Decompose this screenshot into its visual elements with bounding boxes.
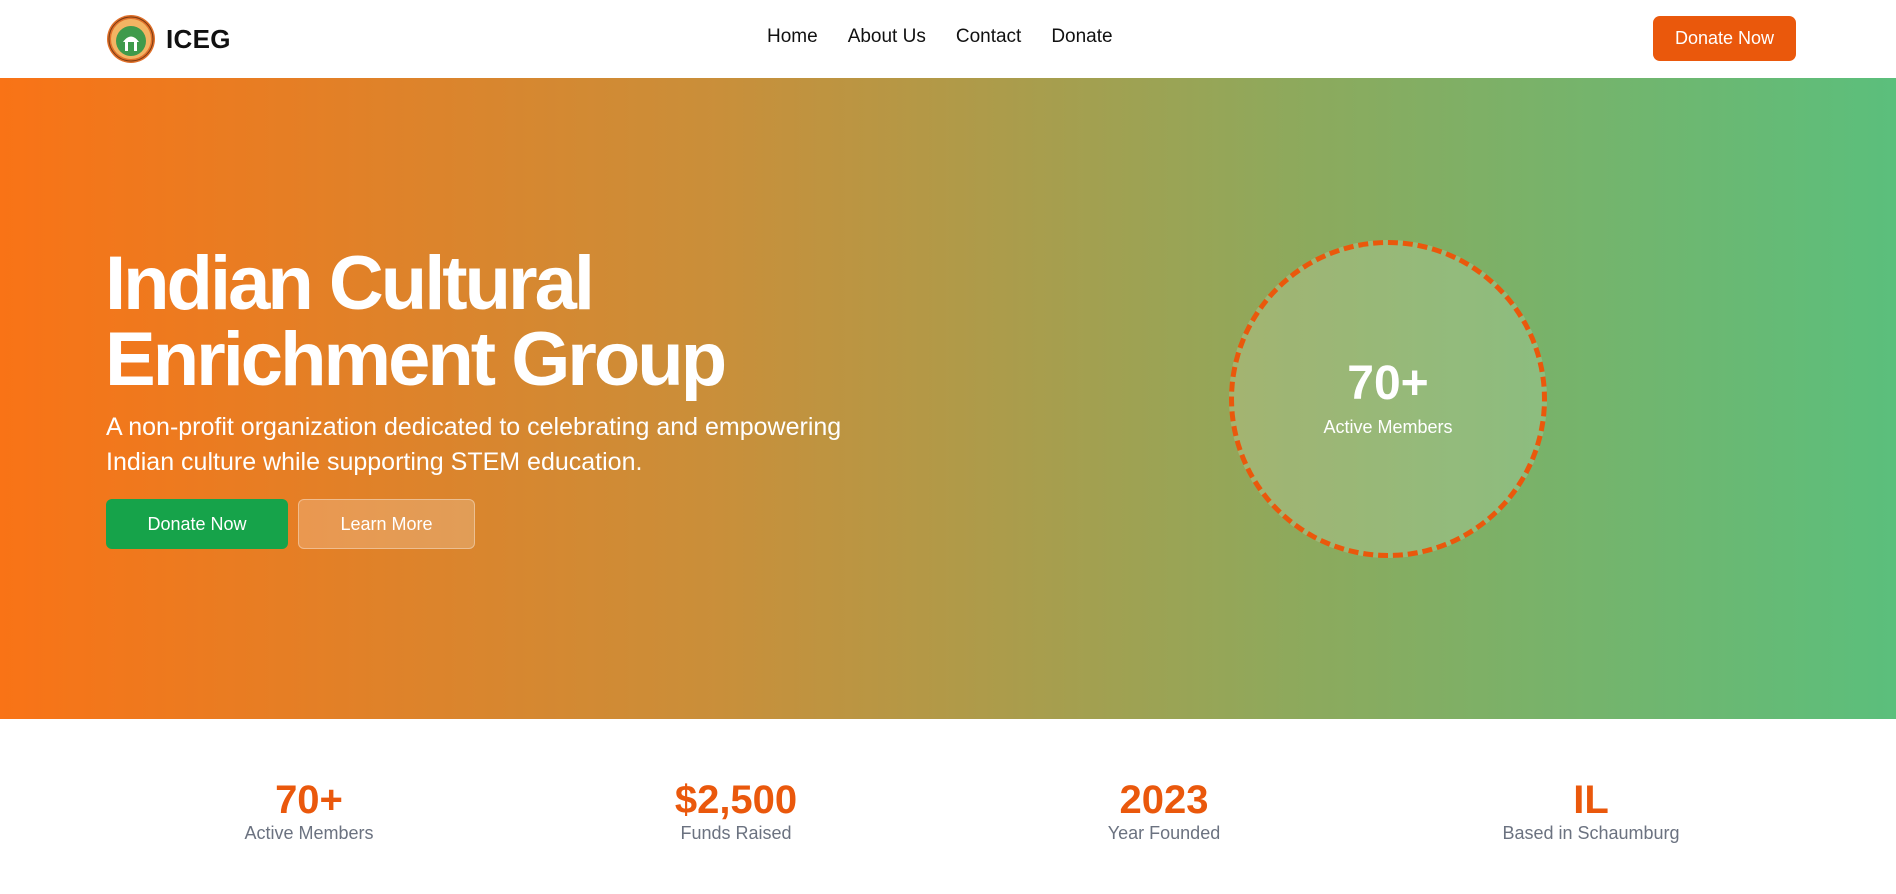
nav-contact[interactable]: Contact (956, 26, 1021, 48)
stat-label: Funds Raised (680, 823, 792, 843)
nav-donate[interactable]: Donate (1051, 26, 1112, 48)
stat-value: $2,500 (674, 778, 798, 822)
stat-location: IL Based in Schaumburg (1441, 777, 1741, 844)
learn-more-button[interactable]: Learn More (298, 499, 475, 549)
members-label: Active Members (1323, 416, 1453, 437)
stat-value: IL (1573, 778, 1609, 822)
header-donate-button[interactable]: Donate Now (1653, 16, 1796, 61)
hero-subtitle: A non-profit organization dedicated to c… (106, 413, 842, 476)
brand-name: ICEG (166, 23, 231, 54)
hero-title-line-2: Enrichment Group (105, 317, 727, 402)
site-header: ICEG Home About Us Contact Donate Donate… (0, 0, 1896, 78)
organization-logo[interactable] (106, 14, 156, 64)
stats-section: 70+ Active Members $2,500 Funds Raised 2… (0, 719, 1896, 894)
hero-title-line-1: Indian Cultural (105, 241, 595, 326)
stat-funds-raised: $2,500 Funds Raised (586, 777, 886, 844)
hero-donate-button[interactable]: Donate Now (106, 499, 288, 549)
stat-value: 2023 (1119, 778, 1209, 822)
hero-section: Indian Cultural Enrichment Group A non-p… (0, 78, 1896, 719)
hero-title: Indian Cultural Enrichment Group (105, 246, 1005, 398)
nav-about-us[interactable]: About Us (848, 26, 926, 48)
brand[interactable]: ICEG (106, 14, 231, 64)
stat-year-founded: 2023 Year Founded (1014, 777, 1314, 844)
stat-label: Active Members (244, 823, 374, 843)
main-nav: Home About Us Contact Donate (767, 26, 1113, 48)
members-count: 70+ (1347, 356, 1429, 410)
stat-label: Year Founded (1107, 823, 1221, 843)
nav-home[interactable]: Home (767, 26, 818, 48)
stat-label: Based in Schaumburg (1502, 823, 1680, 843)
stat-value: 70+ (275, 778, 343, 822)
stat-active-members: 70+ Active Members (159, 777, 459, 844)
members-highlight-circle: 70+ Active Members (1229, 240, 1547, 558)
